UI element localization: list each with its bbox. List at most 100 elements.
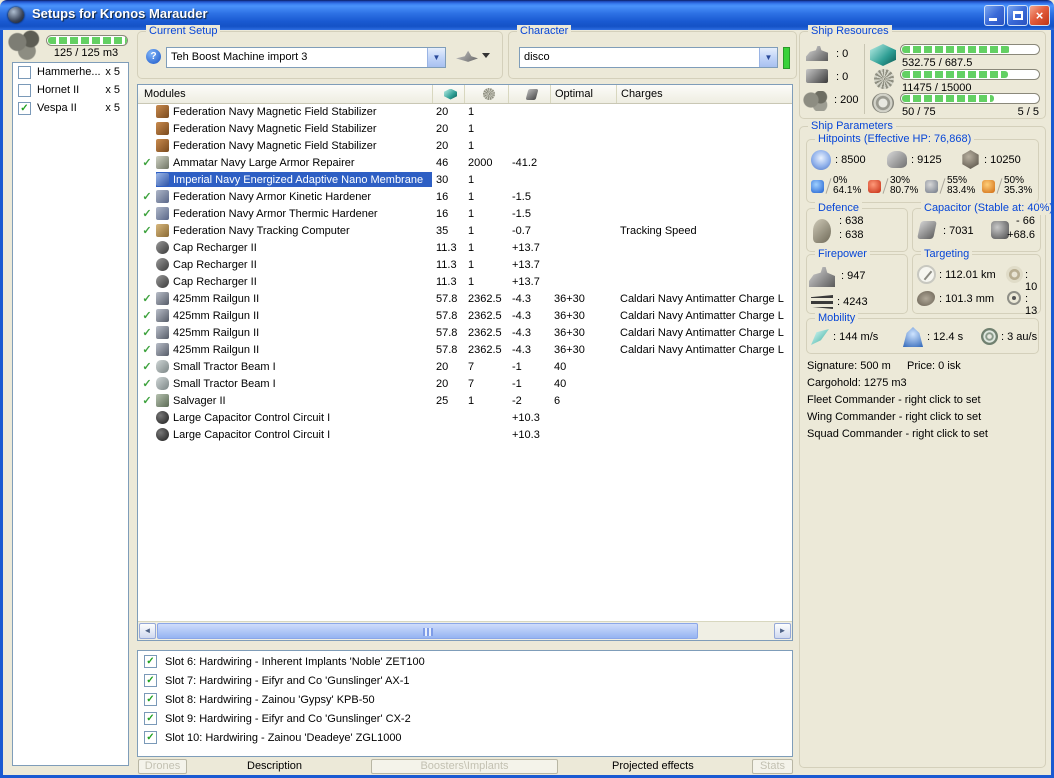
minimize-button[interactable] <box>984 5 1005 26</box>
module-name-cell[interactable]: Small Tractor Beam I <box>156 359 432 374</box>
module-row[interactable]: Large Capacitor Control Circuit I+10.3 <box>138 426 792 443</box>
drone-list[interactable]: Hammerhe...x 5Hornet IIx 5✓Vespa IIx 5 <box>12 62 129 766</box>
fleet-commander-text[interactable]: Fleet Commander - right click to set <box>807 394 981 406</box>
drone-list-item[interactable]: Hornet IIx 5 <box>13 81 128 99</box>
implant-checkbox[interactable]: ✓ <box>144 655 157 668</box>
module-name-cell[interactable]: Small Tractor Beam I <box>156 376 432 391</box>
module-row[interactable]: Federation Navy Magnetic Field Stabilize… <box>138 103 792 120</box>
optimal-column-header[interactable]: Optimal <box>550 85 616 103</box>
implant-checkbox[interactable]: ✓ <box>144 712 157 725</box>
powergrid-column-header[interactable] <box>464 85 508 103</box>
implant-checkbox[interactable]: ✓ <box>144 693 157 706</box>
module-name-cell[interactable]: Large Capacitor Control Circuit I <box>156 410 432 425</box>
tab-boosters-implants[interactable]: Boosters\Implants <box>371 759 558 774</box>
module-row[interactable]: ✓425mm Railgun II57.82362.5-4.336+30Cald… <box>138 324 792 341</box>
charges-column-header[interactable]: Charges <box>616 85 792 103</box>
module-row[interactable]: Cap Recharger II11.31+13.7 <box>138 239 792 256</box>
module-name-cell[interactable]: Cap Recharger II <box>156 274 432 289</box>
wing-commander-text[interactable]: Wing Commander - right click to set <box>807 411 981 423</box>
cpu-column-header[interactable] <box>432 85 464 103</box>
module-row[interactable]: Cap Recharger II11.31+13.7 <box>138 256 792 273</box>
implant-list-item[interactable]: ✓Slot 7: Hardwiring - Eifyr and Co 'Guns… <box>138 672 792 689</box>
module-row[interactable]: Cap Recharger II11.31+13.7 <box>138 273 792 290</box>
modules-table-header[interactable]: Modules Optimal Charges <box>138 85 792 104</box>
module-cpu: 57.8 <box>432 293 464 305</box>
module-row[interactable]: ✓Federation Navy Armor Thermic Hardener1… <box>138 205 792 222</box>
module-row[interactable]: ✓Federation Navy Tracking Computer351-0.… <box>138 222 792 239</box>
horizontal-scrollbar[interactable]: ◄ ► <box>138 621 792 640</box>
character-dropdown-arrow[interactable]: ▼ <box>759 48 777 67</box>
module-row[interactable]: ✓425mm Railgun II57.82362.5-4.336+30Cald… <box>138 341 792 358</box>
ship-menu-button[interactable] <box>456 47 490 67</box>
implant-list-item[interactable]: ✓ Slot 6: Hardwiring - Inherent Implants … <box>138 653 792 670</box>
module-row[interactable]: Federation Navy Magnetic Field Stabilize… <box>138 120 792 137</box>
module-row[interactable]: ✓Salvager II251-26 <box>138 392 792 409</box>
drone-list-item[interactable]: Hammerhe...x 5 <box>13 63 128 81</box>
module-name-cell[interactable]: Federation Navy Armor Thermic Hardener <box>156 206 432 221</box>
implant-checkbox[interactable]: ✓ <box>144 674 157 687</box>
module-row[interactable]: ✓Federation Navy Armor Kinetic Hardener1… <box>138 188 792 205</box>
module-name-cell[interactable]: Salvager II <box>156 393 432 408</box>
module-name-cell[interactable]: Federation Navy Magnetic Field Stabilize… <box>156 104 432 119</box>
module-name-cell[interactable]: 425mm Railgun II <box>156 342 432 357</box>
implant-name: Slot 6: Hardwiring - Inherent Implants '… <box>165 656 425 668</box>
module-name-cell[interactable]: Federation Navy Magnetic Field Stabilize… <box>156 121 432 136</box>
setup-dropdown-arrow[interactable]: ▼ <box>427 48 445 67</box>
module-name: Small Tractor Beam I <box>173 361 276 373</box>
scroll-left-button[interactable]: ◄ <box>139 623 156 639</box>
tab-drones[interactable]: Drones <box>138 759 187 774</box>
module-row[interactable]: ✓Ammatar Navy Large Armor Repairer462000… <box>138 154 792 171</box>
module-row[interactable]: ✓425mm Railgun II57.82362.5-4.336+30Cald… <box>138 290 792 307</box>
shield-hp-value: 8500 <box>835 154 866 166</box>
module-name-cell[interactable]: Large Capacitor Control Circuit I <box>156 427 432 442</box>
module-name-cell[interactable]: Federation Navy Magnetic Field Stabilize… <box>156 138 432 153</box>
module-name-cell[interactable]: 425mm Railgun II <box>156 325 432 340</box>
drone-list-item[interactable]: ✓Vespa IIx 5 <box>13 99 128 117</box>
modules-column-header[interactable]: Modules <box>138 85 432 103</box>
squad-commander-text[interactable]: Squad Commander - right click to set <box>807 428 988 440</box>
ship-icon <box>456 50 478 64</box>
module-name-cell[interactable]: 425mm Railgun II <box>156 291 432 306</box>
module-name-cell[interactable]: Cap Recharger II <box>156 240 432 255</box>
module-name-cell[interactable]: 425mm Railgun II <box>156 308 432 323</box>
maximize-button[interactable] <box>1007 5 1028 26</box>
drone-checkbox[interactable] <box>18 66 31 79</box>
setup-select[interactable]: Teh Boost Machine import 3 ▼ <box>166 47 446 68</box>
module-name-cell[interactable]: Ammatar Navy Large Armor Repairer <box>156 155 432 170</box>
drone-checkbox[interactable]: ✓ <box>18 102 31 115</box>
capacitor-column-header[interactable] <box>508 85 550 103</box>
module-name-cell[interactable]: Federation Navy Armor Kinetic Hardener <box>156 189 432 204</box>
explosive-resist: 50%35.3% <box>982 176 1032 196</box>
module-row[interactable]: ✓Small Tractor Beam I207-140 <box>138 358 792 375</box>
cargohold-text: Cargohold: 1275 m3 <box>807 377 907 389</box>
module-row[interactable]: ✓Small Tractor Beam I207-140 <box>138 375 792 392</box>
character-select[interactable]: disco ▼ <box>519 47 778 68</box>
drone-name: Vespa II <box>37 102 77 114</box>
tab-stats[interactable]: Stats <box>752 759 793 774</box>
implant-list-item[interactable]: ✓Slot 9: Hardwiring - Eifyr and Co 'Guns… <box>138 710 792 727</box>
close-button[interactable]: × <box>1029 5 1050 26</box>
implant-checkbox[interactable]: ✓ <box>144 731 157 744</box>
module-row[interactable]: Federation Navy Magnetic Field Stabilize… <box>138 137 792 154</box>
module-row[interactable]: ✓425mm Railgun II57.82362.5-4.336+30Cald… <box>138 307 792 324</box>
implant-list-item[interactable]: ✓Slot 10: Hardwiring - Zainou 'Deadeye' … <box>138 729 792 746</box>
tab-description[interactable]: Description <box>247 760 302 772</box>
module-cap-use: -0.7 <box>508 225 550 237</box>
module-name-cell[interactable]: Imperial Navy Energized Adaptive Nano Me… <box>156 172 432 187</box>
scrollbar-thumb[interactable] <box>157 623 698 639</box>
scan-resolution-value: 101.3 mm <box>939 293 994 305</box>
module-name-cell[interactable]: Cap Recharger II <box>156 257 432 272</box>
module-row[interactable]: Large Capacitor Control Circuit I+10.3 <box>138 409 792 426</box>
launcher-hardpoints-value: 0 <box>836 71 848 83</box>
tab-projected-effects[interactable]: Projected effects <box>612 760 694 772</box>
implant-list-item[interactable]: ✓Slot 8: Hardwiring - Zainou 'Gypsy' KPB… <box>138 691 792 708</box>
scroll-right-button[interactable]: ► <box>774 623 791 639</box>
module-cap-use: -1 <box>508 361 550 373</box>
module-optimal: 40 <box>550 361 616 373</box>
drone-checkbox[interactable] <box>18 84 31 97</box>
module-row[interactable]: Imperial Navy Energized Adaptive Nano Me… <box>138 171 792 188</box>
module-name-cell[interactable]: Federation Navy Tracking Computer <box>156 223 432 238</box>
defence-icon <box>813 219 831 243</box>
defence-sustained-value: 638 <box>839 215 863 227</box>
help-icon[interactable]: ? <box>146 49 161 64</box>
